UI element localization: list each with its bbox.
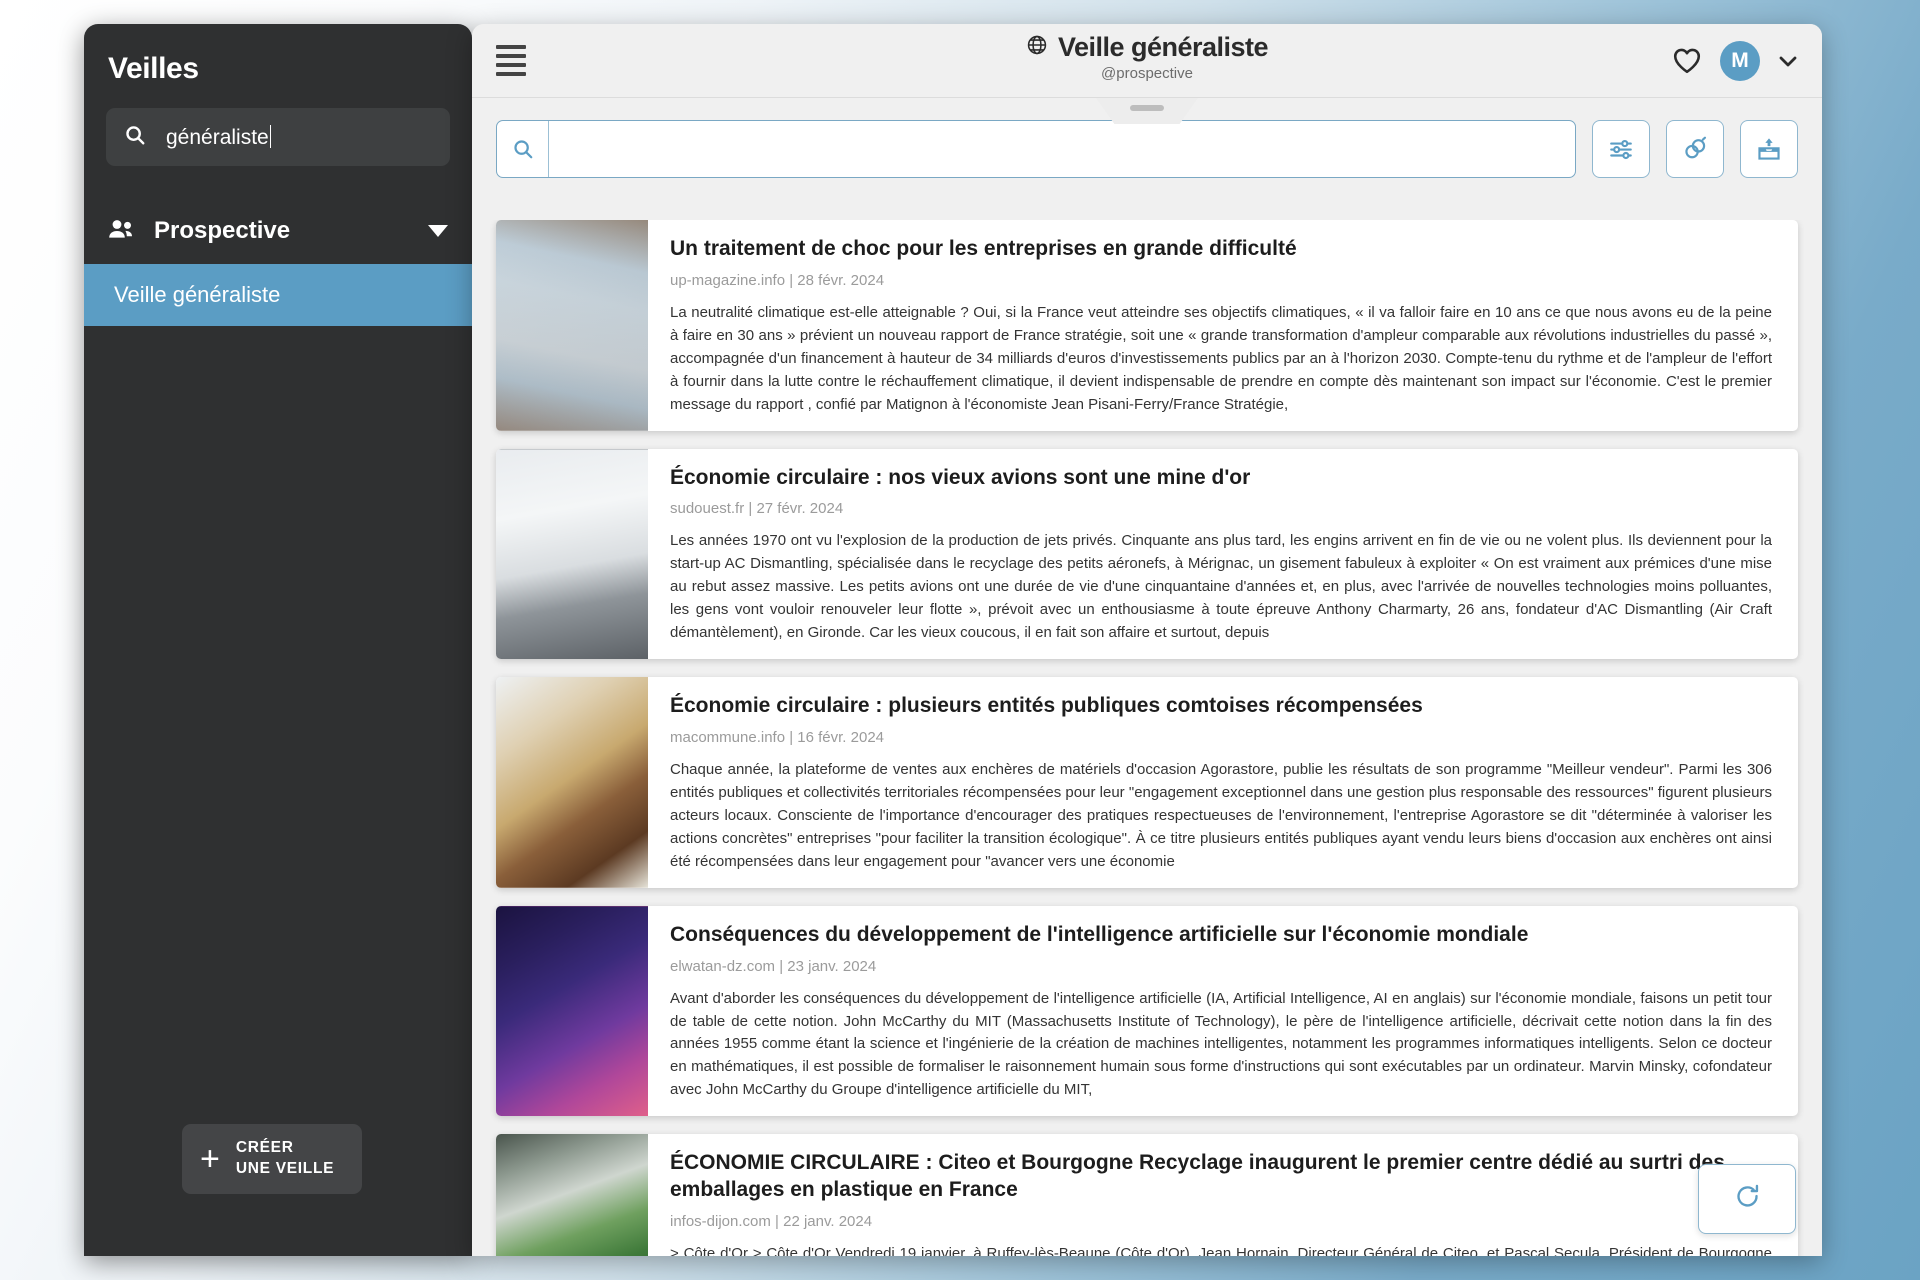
article-title[interactable]: Conséquences du développement de l'intel… <box>670 922 1772 949</box>
sidebar: Veilles généraliste Prospective Veille g… <box>84 24 472 1256</box>
article-card[interactable]: Un traitement de choc pour les entrepris… <box>496 220 1798 431</box>
article-meta: macommune.info | 16 févr. 2024 <box>670 729 885 746</box>
article-card[interactable]: Économie circulaire : plusieurs entités … <box>496 677 1798 888</box>
search-box[interactable] <box>496 120 1576 178</box>
topbar: Veille généraliste @prospective M <box>472 24 1822 98</box>
globe-icon <box>1026 32 1048 63</box>
article-meta: infos-dijon.com | 22 janv. 2024 <box>670 1213 873 1230</box>
users-icon <box>108 218 136 245</box>
article-meta: up-magazine.info | 28 févr. 2024 <box>670 271 885 289</box>
text-cursor <box>269 124 272 148</box>
article-thumbnail <box>496 448 648 660</box>
hamburger-icon[interactable] <box>496 44 526 77</box>
article-thumbnail <box>496 220 648 431</box>
article-title[interactable]: Économie circulaire : plusieurs entités … <box>670 693 1772 720</box>
article-thumbnail <box>496 905 648 1117</box>
create-veille-label-line1: CRÉER <box>235 1139 294 1157</box>
article-excerpt: Les années 1970 ont vu l'explosion de la… <box>670 532 1772 642</box>
article-excerpt: > Côte d'Or > Côte d'Or Vendredi 19 janv… <box>670 1245 1772 1256</box>
sidebar-title: Veilles <box>108 52 199 85</box>
search-icon <box>124 124 146 151</box>
sources-button[interactable] <box>1666 120 1724 178</box>
article-title[interactable]: ÉCONOMIE CIRCULAIRE : Citeo et Bourgogne… <box>670 1150 1772 1204</box>
account-handle: @prospective <box>1101 65 1193 82</box>
sidebar-search-value: généraliste <box>166 125 269 149</box>
refresh-icon <box>1734 1183 1761 1215</box>
article-title[interactable]: Un traitement de choc pour les entrepris… <box>670 236 1772 263</box>
sidebar-item-veille-generaliste[interactable]: Veille généraliste <box>84 264 472 326</box>
article-excerpt: La neutralité climatique est-elle atteig… <box>670 303 1772 413</box>
sidebar-item-label: Veille généraliste <box>114 282 281 307</box>
article-card[interactable]: ÉCONOMIE CIRCULAIRE : Citeo et Bourgogne… <box>496 1134 1798 1256</box>
article-title[interactable]: Économie circulaire : nos vieux avions s… <box>670 465 1772 492</box>
sidebar-group-prospective[interactable]: Prospective <box>84 198 472 264</box>
refresh-button[interactable] <box>1698 1164 1796 1234</box>
article-card[interactable]: Économie circulaire : nos vieux avions s… <box>496 448 1798 660</box>
article-excerpt: Chaque année, la plateforme de ventes au… <box>670 761 1772 870</box>
main-panel: Veille généraliste @prospective M Un tra… <box>472 24 1822 1256</box>
page-title: Veille généraliste <box>1057 32 1269 62</box>
article-meta: elwatan-dz.com | 23 janv. 2024 <box>670 957 877 975</box>
article-thumbnail <box>496 677 648 888</box>
article-thumbnail <box>496 1134 648 1256</box>
chevron-down-icon[interactable] <box>428 225 448 237</box>
search-input[interactable] <box>549 121 1575 177</box>
sidebar-search-field[interactable]: généraliste <box>106 108 450 166</box>
avatar[interactable]: M <box>1720 40 1760 81</box>
plus-icon: + <box>200 1140 220 1178</box>
article-feed[interactable]: Un traitement de choc pour les entrepris… <box>472 220 1822 1256</box>
article-meta: sudouest.fr | 27 févr. 2024 <box>670 500 844 518</box>
sidebar-group-label: Prospective <box>154 217 291 244</box>
heart-icon[interactable] <box>1672 47 1702 74</box>
chevron-down-icon[interactable] <box>1778 54 1798 68</box>
search-icon <box>497 121 549 177</box>
article-excerpt: Avant d'aborder les conséquences du déve… <box>670 989 1772 1099</box>
create-veille-button[interactable]: + CRÉER UNE VEILLE <box>182 1124 362 1194</box>
create-veille-label-line2: UNE VEILLE <box>235 1160 335 1177</box>
export-button[interactable] <box>1740 120 1798 178</box>
brand-header: Veille généraliste @prospective <box>472 32 1822 82</box>
article-card[interactable]: Conséquences du développement de l'intel… <box>496 905 1798 1117</box>
filters-button[interactable] <box>1592 120 1650 178</box>
